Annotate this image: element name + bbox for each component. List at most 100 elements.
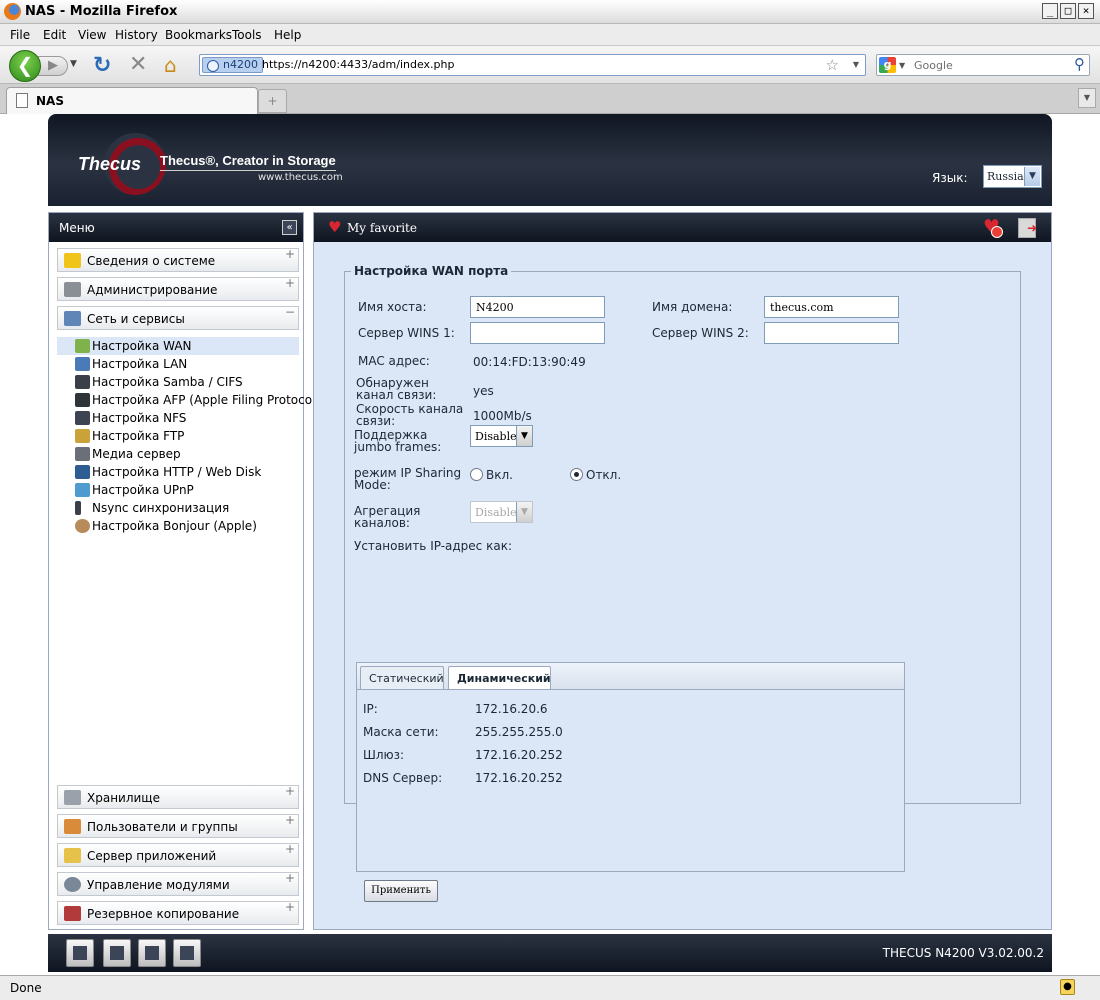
apply-button[interactable]: Применить xyxy=(364,880,438,902)
wins1-field[interactable] xyxy=(470,322,605,344)
menu-item-nfs[interactable]: Настройка NFS xyxy=(57,409,299,427)
remove-favorite-icon[interactable]: ♥ xyxy=(983,218,1003,238)
window-title: NAS - Mozilla Firefox xyxy=(25,4,178,19)
jumbo-frames-value: Disable xyxy=(475,430,517,443)
lock-icon[interactable]: ● xyxy=(1060,979,1075,995)
expand-icon[interactable]: + xyxy=(285,784,295,798)
set-ip-as-label: Установить IP-адрес как: xyxy=(354,539,512,553)
menu-item-bonjour[interactable]: Настройка Bonjour (Apple) xyxy=(57,517,299,535)
maximize-button[interactable]: □ xyxy=(1060,3,1076,19)
site-identity-badge[interactable]: n4200 xyxy=(202,57,263,73)
url-bar[interactable]: n4200 https://n4200:4433/adm/index.php ☆… xyxy=(199,54,866,76)
bookmark-star-icon[interactable]: ☆ xyxy=(826,56,839,74)
disk-icon[interactable] xyxy=(103,939,131,967)
hostname-field[interactable]: N4200 xyxy=(470,296,605,318)
menu-file[interactable]: File xyxy=(10,28,30,42)
expand-icon[interactable]: + xyxy=(285,276,295,290)
menu-item-wan[interactable]: Настройка WAN xyxy=(57,337,299,355)
status-text: Done xyxy=(10,981,42,995)
search-bar[interactable]: g ▼ Google ⚲ xyxy=(876,54,1090,76)
ip-label: IP: xyxy=(363,702,378,716)
ip-sharing-off-radio[interactable] xyxy=(570,468,583,481)
tab-static[interactable]: Статический xyxy=(360,666,444,689)
search-input[interactable]: Google xyxy=(914,59,953,72)
menu-view[interactable]: View xyxy=(78,28,106,42)
menu-category-network[interactable]: Сеть и сервисы − xyxy=(57,305,299,330)
chevron-down-icon[interactable]: ▼ xyxy=(1024,167,1040,186)
collapse-icon[interactable]: − xyxy=(285,305,295,319)
menu-item-http[interactable]: Настройка HTTP / Web Disk xyxy=(57,463,299,481)
window-controls: _ □ × xyxy=(1042,3,1094,19)
menu-help[interactable]: Help xyxy=(274,28,301,42)
close-button[interactable]: × xyxy=(1078,3,1094,19)
search-engine-dropdown-icon[interactable]: ▼ xyxy=(899,61,905,70)
language-value: Russia xyxy=(987,170,1024,183)
firmware-version: THECUS N4200 V3.02.00.2 xyxy=(882,946,1044,960)
history-dropdown-icon[interactable]: ▼ xyxy=(70,59,77,69)
http-icon xyxy=(75,465,90,479)
info-icon xyxy=(64,253,81,268)
ip-sharing-off-label[interactable]: Откл. xyxy=(586,469,621,481)
network-topology-icon[interactable] xyxy=(173,939,201,967)
menu-tools[interactable]: Tools xyxy=(232,28,262,42)
menu-category-modules[interactable]: Управление модулями + xyxy=(57,871,299,896)
collapse-menu-icon[interactable]: « xyxy=(282,220,297,235)
fan-icon[interactable] xyxy=(138,939,166,967)
menu-item-media[interactable]: Медиа сервер xyxy=(57,445,299,463)
menu-item-afp[interactable]: Настройка AFP (Apple Filing Protocol) xyxy=(57,391,320,409)
menu-category-storage[interactable]: Хранилище + xyxy=(57,784,299,809)
menu-category-users[interactable]: Пользователи и группы + xyxy=(57,813,299,838)
tab-list-dropdown-icon[interactable]: ▼ xyxy=(1078,88,1096,108)
firefox-icon xyxy=(4,3,21,20)
menu-item-lan[interactable]: Настройка LAN xyxy=(57,355,299,373)
google-icon[interactable]: g xyxy=(879,57,896,73)
url-text[interactable]: https://n4200:4433/adm/index.php xyxy=(262,58,454,71)
home-icon[interactable]: ⌂ xyxy=(164,53,177,77)
menu-item-label: Настройка NFS xyxy=(92,411,187,425)
back-button[interactable]: ❮ xyxy=(9,50,41,82)
menu-category-system-info[interactable]: Сведения о системе + xyxy=(57,247,299,272)
menu-category-administration[interactable]: Администрирование + xyxy=(57,276,299,301)
menu-item-label: Настройка Samba / CIFS xyxy=(92,375,243,389)
reload-icon[interactable]: ↻ xyxy=(93,53,111,78)
wan-legend: Настройка WAN порта xyxy=(354,264,509,278)
expand-icon[interactable]: + xyxy=(285,247,295,261)
expand-icon[interactable]: + xyxy=(285,813,295,827)
stop-icon[interactable]: ✕ xyxy=(129,52,147,77)
menu-item-ftp[interactable]: Настройка FTP xyxy=(57,427,299,445)
jumbo-frames-select[interactable]: Disable ▼ xyxy=(470,425,533,447)
wins2-field[interactable] xyxy=(764,322,899,344)
tab-nas[interactable]: NAS xyxy=(6,87,258,114)
menu-category-app-server[interactable]: Сервер приложений + xyxy=(57,842,299,867)
chevron-down-icon[interactable]: ▼ xyxy=(516,426,532,446)
ip-sharing-on-label[interactable]: Вкл. xyxy=(486,469,513,481)
ip-sharing-on-radio[interactable] xyxy=(470,468,483,481)
system-status-icon[interactable] xyxy=(66,939,94,967)
afp-icon xyxy=(75,393,90,407)
logout-icon[interactable] xyxy=(1018,218,1037,238)
menu-edit[interactable]: Edit xyxy=(43,28,66,42)
expand-icon[interactable]: + xyxy=(285,900,295,914)
domain-field[interactable]: thecus.com xyxy=(764,296,899,318)
language-select[interactable]: Russia ▼ xyxy=(983,165,1042,188)
minimize-button[interactable]: _ xyxy=(1042,3,1058,19)
menu-category-label: Пользователи и группы xyxy=(87,820,238,834)
tab-dynamic[interactable]: Динамический xyxy=(448,666,551,689)
menu-item-samba[interactable]: Настройка Samba / CIFS xyxy=(57,373,299,391)
forward-button[interactable]: ▶ xyxy=(38,56,68,76)
menu-item-nsync[interactable]: Nsync синхронизация xyxy=(57,499,299,517)
expand-icon[interactable]: + xyxy=(285,842,295,856)
my-favorite-label[interactable]: My favorite xyxy=(347,221,417,235)
new-tab-button[interactable]: + xyxy=(258,89,287,113)
heart-icon[interactable]: ♥ xyxy=(328,220,341,235)
menu-category-backup[interactable]: Резервное копирование + xyxy=(57,900,299,925)
menu-bookmarks[interactable]: Bookmarks xyxy=(165,28,232,42)
menu-item-upnp[interactable]: Настройка UPnP xyxy=(57,481,299,499)
search-icon[interactable]: ⚲ xyxy=(1074,55,1085,73)
expand-icon[interactable]: + xyxy=(285,871,295,885)
aggregation-select: Disable ▼ xyxy=(470,501,533,523)
menu-history[interactable]: History xyxy=(115,28,158,42)
ip-value: 172.16.20.6 xyxy=(475,702,548,716)
url-dropdown-icon[interactable]: ▼ xyxy=(853,60,859,69)
tab-bar: NAS + ▼ xyxy=(0,84,1100,114)
